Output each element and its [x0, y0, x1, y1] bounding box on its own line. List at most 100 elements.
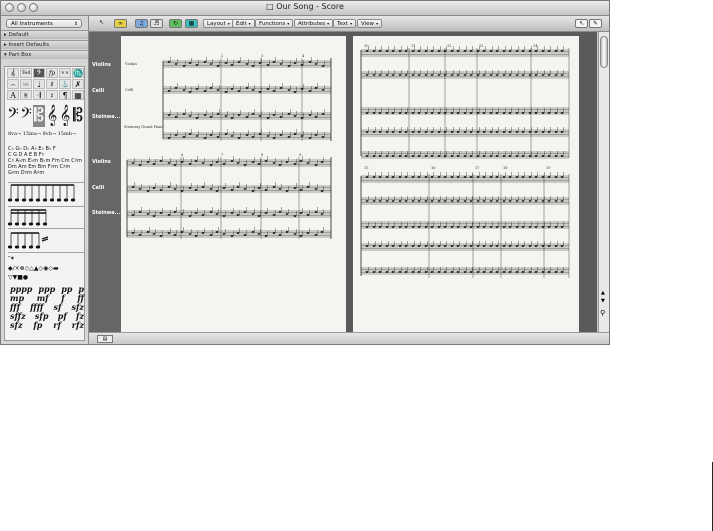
part-symbol[interactable]: 𝄽: [46, 90, 58, 100]
zoom-icon[interactable]: ⚲: [600, 309, 605, 317]
part-symbol[interactable]: 𝄢: [33, 68, 45, 78]
measure-number: 2: [221, 54, 223, 58]
part-symbol[interactable]: ⚓: [59, 79, 71, 89]
measure-number: 11: [411, 44, 415, 48]
clef-row: 𝄢 𝄢 𝄡 𝄞 𝄞 𝄡: [7, 105, 84, 127]
measure-number: 12: [447, 44, 451, 48]
score-page-1[interactable]: Violins Celli Steinway Grand Piano 2 3 4…: [121, 36, 346, 332]
dynamic-mark[interactable]: rf: [53, 321, 61, 330]
part-symbol[interactable]: ××: [59, 68, 71, 78]
page-2-notation: 10 11 12 13 14 15 16 17 18 19: [360, 44, 570, 278]
staff-name: Celli: [125, 88, 134, 92]
dropdown-arrow-icon: ▾: [287, 21, 290, 26]
instrument-selector[interactable]: All Instruments ⇕: [6, 19, 82, 28]
dropdown-arrow-icon: ▾: [350, 21, 353, 26]
page-1-notation: Violins Celli Steinway Grand Piano 2 3 4…: [124, 54, 332, 239]
part-symbol-grid: 𝄞 Ted 𝄢 fp ×× ♏ ⌢ ♭♭ ♩ ♯ ⚓ ✗ A 𝄋 𝄇 𝄽 ¶ ▦: [7, 68, 84, 100]
scroll-up-arrow-icon[interactable]: ▲: [601, 290, 605, 296]
part-symbol[interactable]: ♯: [46, 79, 58, 89]
menu-functions[interactable]: Functions ▾: [255, 19, 294, 28]
track-label[interactable]: Celli: [92, 185, 104, 191]
treble-clef-icon[interactable]: 𝄞: [46, 105, 58, 127]
bass-clef-icon[interactable]: 𝄢: [7, 105, 19, 127]
measure-number: 13: [479, 44, 483, 48]
measure-number: 8: [261, 153, 263, 157]
note-groups[interactable]: [8, 182, 84, 268]
part-symbol[interactable]: 𝄞: [7, 68, 19, 78]
dropdown-arrow-icon: ▾: [376, 21, 379, 26]
menu-view[interactable]: View ▾: [357, 19, 383, 28]
scroll-thumb[interactable]: [600, 36, 608, 68]
section-part-box[interactable]: ▾ Part Box: [1, 50, 88, 59]
catch-icon[interactable]: ♫: [135, 19, 148, 28]
part-box-panel: All Instruments ⇕ ▸ Default ▸ Insert Defa…: [1, 16, 89, 344]
part-symbol[interactable]: ▦: [72, 90, 84, 100]
score-display[interactable]: Violins Celli Steinwa... Violins Celli S…: [89, 32, 597, 332]
part-symbol[interactable]: A: [7, 90, 19, 100]
measure-number: 7: [221, 153, 223, 157]
pointer-tool-icon[interactable]: ↖: [575, 19, 588, 28]
score-window: □ Our Song - Score All Instruments ⇕ ▸ De…: [0, 0, 610, 345]
part-symbol[interactable]: 𝄋: [20, 90, 32, 100]
measure-number: 10: [364, 44, 368, 48]
measure-number: 4: [302, 54, 305, 58]
chord-row[interactable]: G♯m D♯m A♯m: [8, 170, 84, 176]
measure-number: 17: [475, 166, 479, 170]
section-insert-defaults[interactable]: ▸ Insert Defaults: [1, 40, 88, 49]
part-symbol[interactable]: ♩: [33, 79, 45, 89]
title-bar[interactable]: □ Our Song - Score: [1, 1, 609, 16]
toolbar: ↖ ∞ ♫ ♬ ↻ ▦ Layout ▾ Edit ▾ Functions ▾ Att…: [89, 16, 609, 32]
track-label[interactable]: Steinwa...: [92, 114, 120, 120]
menu-text[interactable]: Text ▾: [333, 19, 357, 28]
menu-edit[interactable]: Edit ▾: [232, 19, 255, 28]
track-label[interactable]: Celli: [92, 88, 104, 94]
dynamic-mark[interactable]: fp: [33, 321, 42, 330]
part-symbol[interactable]: 𝄇: [33, 90, 45, 100]
part-symbol[interactable]: ♭♭: [20, 79, 32, 89]
chord-symbols: C♭ G♭ D♭ A♭ E♭ B♭ F C G D A E B F♯ C♯ A♭…: [8, 146, 84, 176]
dropdown-arrow-icon: ▾: [248, 21, 251, 26]
link-icon[interactable]: ∞: [114, 19, 127, 28]
tenor-clef-icon[interactable]: 𝄡: [72, 105, 84, 127]
treble-clef-8va-icon[interactable]: 𝄞: [59, 105, 71, 127]
part-symbol[interactable]: fp: [46, 68, 58, 78]
dynamic-mark[interactable]: f: [61, 294, 64, 303]
measure-number: 19: [546, 166, 550, 170]
dynamic-mark[interactable]: rfz: [72, 321, 84, 330]
misc-symbols-1[interactable]: 𝄻✶: [8, 255, 14, 263]
menu-attributes[interactable]: Attributes ▾: [294, 19, 334, 28]
track-label[interactable]: Steinwa...: [92, 210, 120, 216]
page-view-icon[interactable]: ▤: [97, 335, 113, 343]
flex-icon[interactable]: ↻: [169, 19, 182, 28]
alto-clef-icon[interactable]: 𝄡: [33, 105, 45, 127]
measure-number: 15: [364, 166, 368, 170]
misc-symbols-3[interactable]: ▽▼■●: [8, 274, 28, 281]
arrow-icon[interactable]: ↖: [95, 19, 108, 28]
score-page-2[interactable]: 10 11 12 13 14 15 16 17 18 19: [353, 36, 579, 332]
part-symbol[interactable]: ✗: [72, 79, 84, 89]
scroll-down-arrow-icon[interactable]: ▼: [601, 298, 605, 304]
pencil-tool-icon[interactable]: ✎: [589, 19, 602, 28]
content-icon[interactable]: ▦: [185, 19, 198, 28]
track-labels-column: Violins Celli Steinwa... Violins Celli S…: [89, 32, 121, 332]
document-icon: □: [266, 2, 274, 11]
bottom-bar: ▤: [89, 332, 609, 344]
measure-number: 6: [181, 153, 183, 157]
track-label[interactable]: Violins: [92, 62, 111, 68]
octave-markings[interactable]: 8va¬ 15ma¬ 8vb¬ 15mb¬: [8, 131, 76, 137]
menu-layout[interactable]: Layout ▾: [203, 19, 234, 28]
measure-number: 18: [503, 166, 507, 170]
bass-clef-8va-icon[interactable]: 𝄢: [20, 105, 32, 127]
vertical-scrollbar[interactable]: ▲ ▼ ⚲: [598, 32, 609, 332]
part-symbol[interactable]: ♏: [72, 68, 84, 78]
part-symbol[interactable]: Ted: [20, 68, 32, 78]
dropdown-arrow-icon: ▾: [327, 21, 330, 26]
midi-out-icon[interactable]: ♬: [150, 19, 163, 28]
part-symbol[interactable]: ⌢: [7, 79, 19, 89]
part-symbol[interactable]: ¶: [59, 90, 71, 100]
dynamic-mark[interactable]: sfz: [10, 321, 23, 330]
section-default[interactable]: ▸ Default: [1, 30, 88, 39]
track-label[interactable]: Violins: [92, 159, 111, 165]
part-box: 𝄞 Ted 𝄢 fp ×× ♏ ⌢ ♭♭ ♩ ♯ ⚓ ✗ A 𝄋 𝄇 𝄽 ¶ ▦: [4, 66, 85, 341]
misc-symbols-2[interactable]: ◆∕×⊗◇△▲◇◉◇▬: [8, 265, 59, 272]
